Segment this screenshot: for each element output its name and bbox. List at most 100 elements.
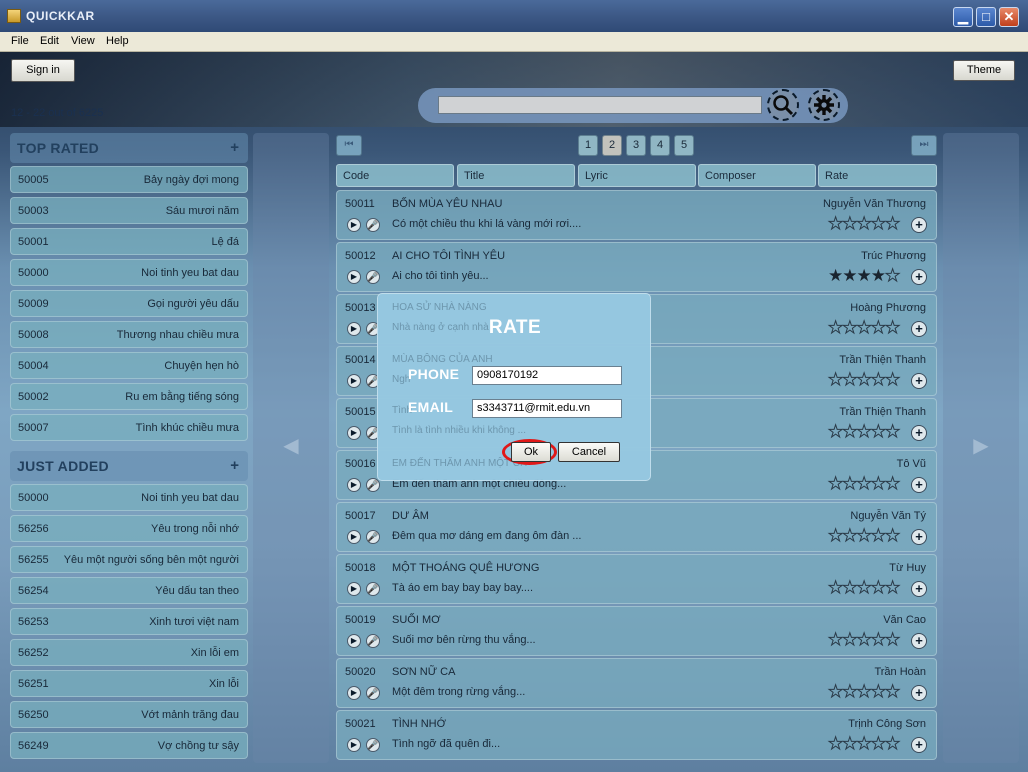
star-icon[interactable]: ★ [884,266,900,285]
star-icon[interactable]: ★ [856,630,872,649]
play-icon[interactable]: ▶ [347,582,361,596]
star-icon[interactable]: ★ [842,734,858,753]
rating-stars[interactable]: ★★★★★ [827,318,900,337]
star-icon[interactable]: ★ [827,526,843,545]
star-icon[interactable]: ★ [884,578,900,597]
cancel-button[interactable]: Cancel [558,442,620,462]
star-icon[interactable]: ★ [842,266,857,285]
star-icon[interactable]: ★ [884,422,900,441]
sidebar-item[interactable]: 56253 Xinh tươi việt nam [10,608,248,635]
star-icon[interactable]: ★ [856,474,872,493]
star-icon[interactable]: ★ [827,578,843,597]
play-icon[interactable]: ▶ [347,218,361,232]
star-icon[interactable]: ★ [842,214,858,233]
add-rating-button[interactable]: + [911,477,927,493]
star-icon[interactable]: ★ [842,370,858,389]
play-icon[interactable]: ▶ [347,270,361,284]
column-header-composer[interactable]: Composer [698,164,816,187]
sidebar-item[interactable]: 50002 Ru em bằng tiếng sóng [10,383,248,410]
page-button[interactable]: 1 [578,135,598,156]
sidebar-item[interactable]: 50009 Gọi người yêu dấu [10,290,248,317]
star-icon[interactable]: ★ [871,266,886,285]
star-icon[interactable]: ★ [842,578,858,597]
column-header-lyric[interactable]: Lyric [578,164,696,187]
add-rating-button[interactable]: + [911,685,927,701]
microphone-icon[interactable]: 🎤 [366,270,380,284]
menu-help[interactable]: Help [106,35,129,47]
page-button[interactable]: 4 [650,135,670,156]
star-icon[interactable]: ★ [870,682,886,701]
microphone-icon[interactable]: 🎤 [366,478,380,492]
star-icon[interactable]: ★ [884,370,900,389]
star-icon[interactable]: ★ [842,526,858,545]
add-rating-button[interactable]: + [911,425,927,441]
star-icon[interactable]: ★ [827,370,843,389]
page-button[interactable]: 5 [674,135,694,156]
star-icon[interactable]: ★ [884,734,900,753]
add-rating-button[interactable]: + [911,373,927,389]
menu-view[interactable]: View [71,35,95,47]
star-icon[interactable]: ★ [856,422,872,441]
play-icon[interactable]: ▶ [347,634,361,648]
add-rating-button[interactable]: + [911,321,927,337]
search-input[interactable] [438,96,762,114]
sidebar-item[interactable]: 50000 Noi tinh yeu bat dau [10,259,248,286]
rating-stars[interactable]: ★★★★★ [827,630,900,649]
sign-in-button[interactable]: Sign in [11,59,75,82]
star-icon[interactable]: ★ [884,682,900,701]
play-icon[interactable]: ▶ [347,374,361,388]
star-icon[interactable]: ★ [857,266,872,285]
sidebar-item[interactable]: 56256 Yêu trong nỗi nhớ [10,515,248,542]
add-rating-button[interactable]: + [911,217,927,233]
star-icon[interactable]: ★ [870,370,886,389]
star-icon[interactable]: ★ [870,526,886,545]
rating-stars[interactable]: ★★★★★ [827,422,900,441]
star-icon[interactable]: ★ [842,422,858,441]
sidebar-item[interactable]: 50007 Tình khúc chiều mưa [10,414,248,441]
star-icon[interactable]: ★ [842,630,858,649]
menu-file[interactable]: File [11,35,29,47]
star-icon[interactable]: ★ [856,318,872,337]
song-row[interactable]: 50017 DƯ ÂM Nguyễn Văn Tý Đêm qua mơ dáng e… [336,502,937,552]
star-icon[interactable]: ★ [842,474,858,493]
microphone-icon[interactable]: 🎤 [366,530,380,544]
rating-stars[interactable]: ★★★★★ [827,734,900,753]
sidebar-item[interactable]: 50008 Thương nhau chiều mưa [10,321,248,348]
play-icon[interactable]: ▶ [347,478,361,492]
sidebar-item[interactable]: 50005 Bảy ngày đợi mong [10,166,248,193]
microphone-icon[interactable]: 🎤 [366,686,380,700]
play-icon[interactable]: ▶ [347,686,361,700]
play-icon[interactable]: ▶ [347,322,361,336]
sidebar-item[interactable]: 50003 Sáu mươi năm [10,197,248,224]
rating-stars[interactable]: ★★★★★ [827,578,900,597]
sidebar-item[interactable]: 50001 Lệ đá [10,228,248,255]
star-icon[interactable]: ★ [870,474,886,493]
song-row[interactable]: 50011 BỐN MÙA YÊU NHAU Nguyễn Văn Thương Có… [336,190,937,240]
sidebar-item[interactable]: 56254 Yêu dấu tan theo [10,577,248,604]
column-header-title[interactable]: Title [457,164,575,187]
star-icon[interactable]: ★ [856,682,872,701]
column-header-rate[interactable]: Rate [818,164,937,187]
just-added-expand-button[interactable]: + [230,457,239,474]
star-icon[interactable]: ★ [856,370,872,389]
star-icon[interactable]: ★ [842,318,858,337]
star-icon[interactable]: ★ [856,734,872,753]
star-icon[interactable]: ★ [827,474,843,493]
star-icon[interactable]: ★ [827,214,843,233]
top-rated-expand-button[interactable]: + [230,139,239,156]
microphone-icon[interactable]: 🎤 [366,218,380,232]
sidebar-item[interactable]: 50004 Chuyện hẹn hò [10,352,248,379]
star-icon[interactable]: ★ [827,630,843,649]
maximize-button[interactable]: □ [976,7,996,27]
page-button[interactable]: 2 [602,135,622,156]
star-icon[interactable]: ★ [870,318,886,337]
minimize-button[interactable]: ▁ [953,7,973,27]
last-page-button[interactable]: ⏭ [911,135,937,156]
rating-stars[interactable]: ★★★★★ [828,266,901,285]
add-rating-button[interactable]: + [911,737,927,753]
add-rating-button[interactable]: + [911,633,927,649]
microphone-icon[interactable]: 🎤 [366,738,380,752]
microphone-icon[interactable]: 🎤 [366,634,380,648]
rating-stars[interactable]: ★★★★★ [827,214,900,233]
star-icon[interactable]: ★ [842,682,858,701]
